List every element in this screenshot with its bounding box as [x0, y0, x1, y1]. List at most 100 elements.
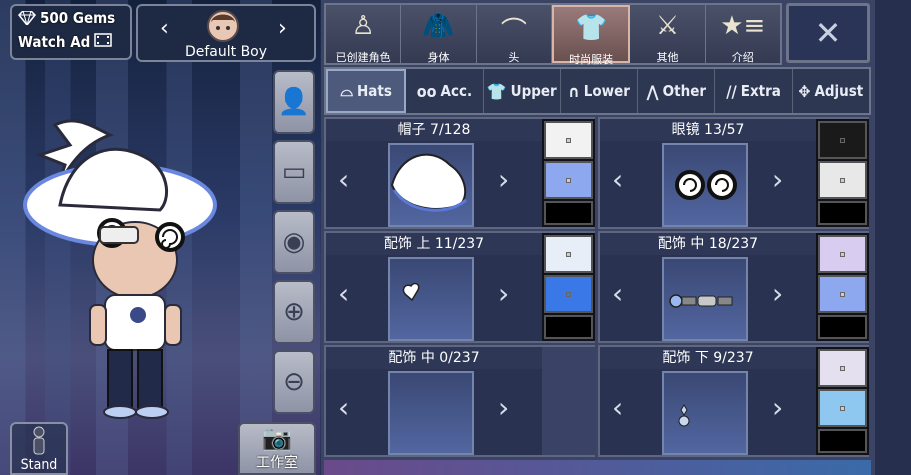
sword-cat-icon: ⚔: [655, 11, 680, 41]
stand-label: Stand: [20, 457, 58, 473]
next-item-arrow-icon[interactable]: ›: [772, 163, 783, 196]
color-swatches: [816, 233, 869, 341]
next-item-arrow-icon[interactable]: ›: [772, 277, 783, 310]
tab-fashion[interactable]: 👕 时尚服装: [551, 5, 631, 66]
tab-label: 其他: [656, 51, 679, 64]
item-preview[interactable]: [388, 257, 474, 341]
prev-item-arrow-icon[interactable]: ‹: [612, 277, 623, 310]
color-swatch[interactable]: [544, 121, 593, 159]
next-item-arrow-icon[interactable]: ›: [498, 163, 509, 196]
color-swatch[interactable]: [818, 349, 867, 387]
tab-other[interactable]: ⚔ 其他: [630, 5, 706, 64]
next-item-arrow-icon[interactable]: ›: [498, 391, 509, 424]
watch-ad-button[interactable]: Watch Ad: [12, 30, 130, 54]
color-swatches: [816, 347, 869, 455]
color-swatch[interactable]: [818, 161, 867, 199]
slot-title: 配饰 中 18/237: [600, 233, 816, 255]
item-preview[interactable]: [662, 143, 748, 227]
color-swatch[interactable]: [818, 201, 867, 225]
category-tabs: ♙ 已创建角色 🧥 身体 ⌒ 头 👕 时尚服装 ⚔ 其他 ★≡ 介绍: [324, 3, 782, 66]
subtab-accessories[interactable]: oo Acc.: [406, 69, 484, 113]
slot-hat: 帽子 7/128 ‹ ›: [324, 117, 595, 229]
slot-glasses: 眼镜 13/57 ‹ ›: [598, 117, 869, 229]
subtab-label: Other: [662, 82, 707, 100]
prev-item-arrow-icon[interactable]: ‹: [612, 163, 623, 196]
prev-item-arrow-icon[interactable]: ‹: [338, 391, 349, 424]
color-swatch[interactable]: [818, 235, 867, 273]
studio-button[interactable]: 📷 工作室: [238, 422, 316, 475]
tab-label: 身体: [427, 51, 450, 64]
item-preview[interactable]: [388, 143, 474, 227]
color-swatch[interactable]: [544, 201, 593, 225]
subtab-lower[interactable]: ∩ Lower: [561, 69, 639, 113]
add-character-button[interactable]: 👤: [273, 70, 315, 134]
subtab-adjust[interactable]: ✥ Adjust: [793, 69, 869, 113]
color-swatch[interactable]: [544, 275, 593, 313]
glasses-icon: oo: [416, 81, 437, 101]
close-icon: ✕: [814, 14, 842, 52]
stand-button[interactable]: Stand: [10, 422, 68, 475]
next-character-arrow-icon[interactable]: ›: [278, 16, 287, 41]
prev-item-arrow-icon[interactable]: ‹: [612, 391, 623, 424]
slot-title: 配饰 中 0/237: [326, 347, 542, 369]
subtab-upper[interactable]: 👕 Upper: [484, 69, 561, 113]
film-icon: [94, 33, 113, 51]
item-preview[interactable]: [388, 371, 474, 455]
tab-head[interactable]: ⌒ 头: [476, 5, 552, 64]
color-swatch[interactable]: [818, 389, 867, 427]
tab-created-characters[interactable]: ♙ 已创建角色: [326, 5, 402, 64]
color-swatch[interactable]: [544, 161, 593, 199]
color-swatch[interactable]: [544, 235, 593, 273]
color-swatch[interactable]: [818, 315, 867, 339]
person-silhouette-icon: ♙: [351, 11, 375, 41]
color-swatch[interactable]: [818, 275, 867, 313]
subtab-label: Adjust: [814, 82, 864, 100]
subtab-label: Upper: [510, 82, 557, 100]
character-selector: ‹ › Default Boy: [136, 4, 316, 62]
slot-accessory-bottom: 配饰 下 9/237 ‹ ›: [598, 345, 869, 457]
subtab-label: Acc.: [440, 82, 473, 100]
gems-row[interactable]: 500 Gems: [12, 6, 130, 30]
item-slot-grid: 帽子 7/128 ‹ › 眼镜 13/57 ‹ › 配饰 上 11/237 ‹ …: [324, 117, 871, 457]
subtab-hats[interactable]: ⌓ Hats: [326, 69, 407, 113]
item-preview[interactable]: [662, 257, 748, 341]
image-icon: ▭: [281, 157, 307, 187]
prev-item-arrow-icon[interactable]: ‹: [338, 163, 349, 196]
prev-item-arrow-icon[interactable]: ‹: [338, 277, 349, 310]
subtab-label: Lower: [583, 82, 630, 100]
color-swatch[interactable]: [544, 315, 593, 339]
close-button[interactable]: ✕: [786, 3, 870, 63]
subcategory-tabs: ⌓ Hats oo Acc. 👕 Upper ∩ Lower ⋀ Other //Extr…: [324, 67, 871, 115]
slot-accessory-middle-2: 配饰 中 0/237 ‹ ›: [324, 345, 595, 457]
character-preview[interactable]: [20, 105, 240, 425]
color-swatches: [542, 233, 595, 341]
add-person-icon: 👤: [277, 87, 311, 117]
next-item-arrow-icon[interactable]: ›: [498, 277, 509, 310]
prev-character-arrow-icon[interactable]: ‹: [160, 16, 169, 41]
subtab-extra[interactable]: //Extra: [715, 69, 793, 113]
visibility-button[interactable]: ◉: [273, 210, 315, 274]
character-avatar: [207, 10, 239, 42]
subtab-other[interactable]: ⋀ Other: [638, 69, 716, 113]
color-swatch[interactable]: [818, 121, 867, 159]
slot-title: 配饰 上 11/237: [326, 233, 542, 255]
item-preview[interactable]: [662, 371, 748, 455]
subtab-label: Hats: [357, 82, 392, 100]
star-list-icon: ★≡: [720, 11, 766, 41]
zoom-out-button[interactable]: ⊖: [273, 350, 315, 414]
character-name: Default Boy: [184, 44, 268, 60]
next-item-arrow-icon[interactable]: ›: [772, 391, 783, 424]
slot-title: 眼镜 13/57: [600, 119, 816, 141]
background-button[interactable]: ▭: [273, 140, 315, 204]
eye-icon: ◉: [282, 227, 306, 257]
jacket-icon: 🧥: [422, 11, 455, 41]
color-swatches: [542, 347, 595, 455]
zoom-out-icon: ⊖: [283, 367, 305, 397]
color-swatch[interactable]: [818, 429, 867, 453]
outfit-panel: ♙ 已创建角色 🧥 身体 ⌒ 头 👕 时尚服装 ⚔ 其他 ★≡ 介绍 ✕ ⌓ Hats oo A…: [321, 0, 911, 475]
bottom-bar: [324, 460, 871, 475]
tab-body[interactable]: 🧥 身体: [401, 5, 477, 64]
tab-label: 时尚服装: [569, 53, 614, 66]
tab-intro[interactable]: ★≡ 介绍: [705, 5, 780, 64]
zoom-in-button[interactable]: ⊕: [273, 280, 315, 344]
